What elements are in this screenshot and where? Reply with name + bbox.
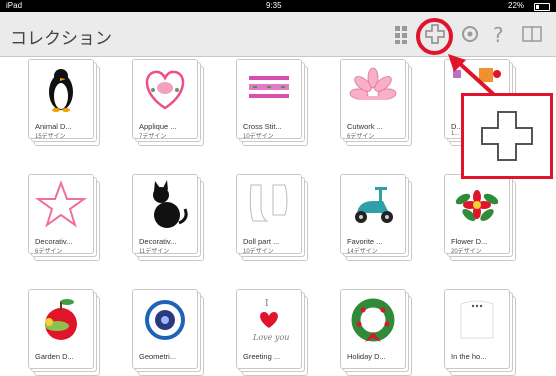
collection-tile-decorative-cat[interactable]: Decorativ... 11デザイン bbox=[132, 174, 204, 261]
scooter-icon bbox=[355, 187, 393, 223]
zoom-callout bbox=[461, 93, 553, 179]
apple-icon bbox=[45, 299, 77, 340]
tile-label: Flower D... bbox=[451, 237, 488, 246]
tile-count: 10デザイン bbox=[243, 249, 274, 255]
flower-icon bbox=[349, 67, 397, 100]
doll-pattern-icon bbox=[249, 184, 288, 222]
tile-label: Favorite ... bbox=[347, 237, 383, 246]
wreath-icon bbox=[351, 298, 395, 342]
tile-count: 11デザイン bbox=[139, 249, 170, 255]
page-title: コレクション bbox=[10, 29, 112, 49]
tile-label: In the ho... bbox=[451, 352, 487, 361]
battery-icon bbox=[534, 3, 550, 11]
tile-label: Decorativ... bbox=[139, 237, 177, 246]
greeting-line-2: Love you bbox=[252, 333, 289, 342]
collection-tile-home[interactable]: In the ho... bbox=[444, 289, 516, 376]
tile-label: Greeting ... bbox=[243, 352, 281, 361]
tile-count: 15デザイン bbox=[35, 134, 66, 140]
cat-icon bbox=[153, 180, 188, 228]
book-icon[interactable] bbox=[520, 22, 544, 46]
collection-tile-cross-stitch[interactable]: Cross Stit... 10デザイン bbox=[236, 59, 308, 146]
greeting-icon: I Love you bbox=[252, 299, 289, 342]
collection-tile-garden[interactable]: Garden D... bbox=[28, 289, 100, 376]
svg-text:?: ? bbox=[493, 23, 504, 46]
collection-tile-geometric[interactable]: Geometri... bbox=[132, 289, 204, 376]
help-icon[interactable]: ? bbox=[488, 22, 512, 47]
geometric-icon bbox=[145, 300, 185, 340]
tile-label: Geometri... bbox=[139, 352, 177, 361]
tile-count: 7デザイン bbox=[139, 134, 167, 140]
greeting-line-1: I bbox=[265, 299, 269, 309]
collection-tile-applique[interactable]: Applique ... 7デザイン bbox=[132, 59, 204, 146]
grid-icon[interactable] bbox=[392, 22, 416, 46]
collection-tile-flower[interactable]: Flower D... 20デザイン bbox=[444, 174, 516, 261]
tile-label: Doll part ... bbox=[243, 237, 280, 246]
star-icon bbox=[34, 180, 88, 228]
collection-tile-doll-part[interactable]: Doll part ... 10デザイン bbox=[236, 174, 308, 261]
tile-count: 20デザイン bbox=[451, 249, 482, 255]
collection-tile-cutwork[interactable]: Cutwork ... 6デザイン bbox=[340, 59, 412, 146]
collection-tile-animal[interactable]: Animal D... 15デザイン bbox=[28, 59, 100, 146]
tile-label: Decorativ... bbox=[35, 237, 73, 246]
tile-label: Applique ... bbox=[139, 122, 177, 131]
home-design-icon bbox=[460, 300, 494, 339]
tile-count: 6デザイン bbox=[347, 134, 375, 140]
status-bar: iPad 9:35 22% bbox=[0, 0, 556, 12]
tile-count: 14デザイン bbox=[347, 249, 378, 255]
tile-label: Cross Stit... bbox=[243, 122, 282, 131]
flower-icon bbox=[455, 190, 499, 221]
device-name: iPad bbox=[6, 1, 23, 10]
tile-label: Animal D... bbox=[35, 122, 72, 131]
collection-tile-favorite[interactable]: Favorite ... 14デザイン bbox=[340, 174, 412, 261]
collection-tile-decorative-star[interactable]: Decorativ... 6デザイン bbox=[28, 174, 100, 261]
penguin-icon bbox=[49, 69, 73, 112]
cross-stitch-icon bbox=[249, 76, 289, 98]
plus-icon bbox=[481, 111, 533, 161]
tile-label: Holiday D... bbox=[347, 352, 386, 361]
status-time: 9:35 bbox=[266, 1, 282, 10]
tile-label: Cutwork ... bbox=[347, 122, 383, 131]
collection-tile-greeting[interactable]: I Love you Greeting ... bbox=[236, 289, 308, 376]
tile-count: 10デザイン bbox=[243, 134, 274, 140]
tile-label: Garden D... bbox=[35, 352, 74, 361]
tile-count: 6デザイン bbox=[35, 249, 63, 255]
heart-icon bbox=[145, 70, 185, 110]
tile-count: 1... bbox=[451, 131, 460, 137]
settings-icon[interactable] bbox=[458, 22, 482, 46]
collection-tile-holiday[interactable]: Holiday D... bbox=[340, 289, 412, 376]
battery-level: 22% bbox=[508, 1, 525, 10]
